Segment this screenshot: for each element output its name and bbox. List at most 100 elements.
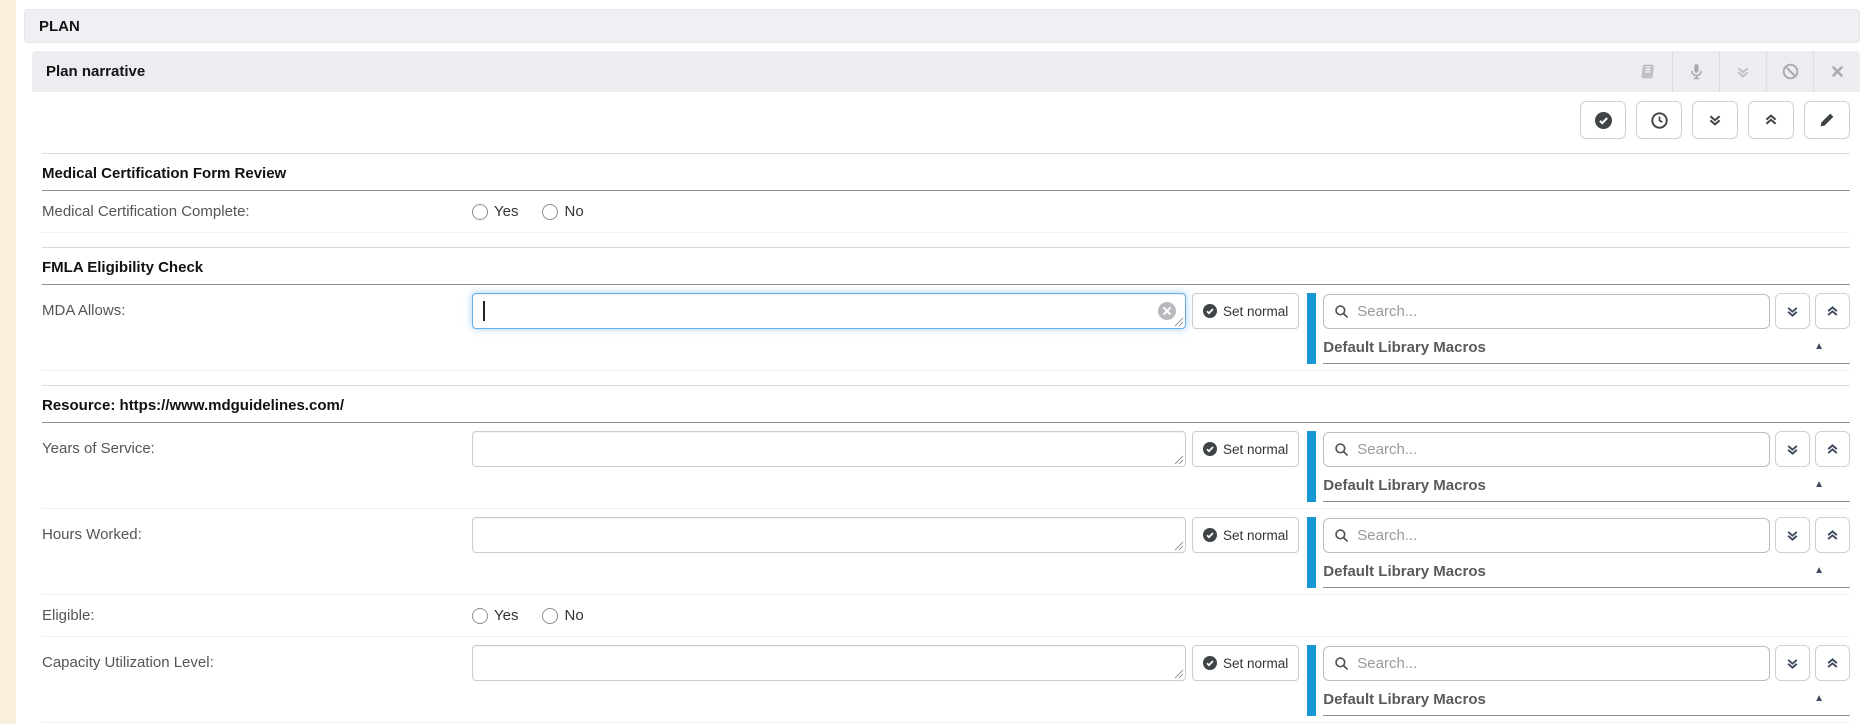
macro-search-box[interactable]	[1323, 646, 1770, 681]
ban-icon[interactable]	[1766, 51, 1813, 92]
set-normal-label: Set normal	[1223, 304, 1288, 319]
plan-narrative-header[interactable]: Plan narrative	[32, 51, 1860, 92]
section-title: Resource: https://www.mdguidelines.com/	[42, 397, 344, 414]
macro-panel: Default Library Macros	[1307, 431, 1850, 502]
field-label: Years of Service:	[42, 431, 472, 457]
radio-no[interactable]: No	[542, 203, 583, 220]
radio-yes[interactable]: Yes	[472, 203, 518, 220]
macro-group-label: Default Library Macros	[1323, 477, 1486, 494]
macro-search-row	[1323, 431, 1850, 467]
capacity-utilization-textarea[interactable]	[472, 645, 1186, 681]
section-header: Resource: https://www.mdguidelines.com/	[42, 385, 1850, 423]
macro-panel: Default Library Macros	[1307, 517, 1850, 588]
radio-circle-icon[interactable]	[542, 608, 558, 624]
form-row-capacity-utilization-level: Capacity Utilization Level: Set normal	[42, 637, 1850, 723]
pencil-button[interactable]	[1804, 101, 1850, 139]
radio-circle-icon[interactable]	[472, 204, 488, 220]
microphone-icon[interactable]	[1672, 51, 1719, 92]
macro-search-row	[1323, 517, 1850, 553]
macro-search-input[interactable]	[1357, 527, 1759, 544]
radio-yes-label: Yes	[494, 203, 518, 220]
field-label: Medical Certification Complete:	[42, 203, 472, 220]
textarea-wrapper	[472, 293, 1186, 329]
set-normal-label: Set normal	[1223, 656, 1288, 671]
set-normal-button[interactable]: Set normal	[1192, 293, 1299, 329]
collapse-macros-button[interactable]	[1815, 431, 1850, 467]
field-label: MDA Allows:	[42, 293, 472, 319]
section-header: Medical Certification Form Review	[42, 153, 1850, 191]
set-normal-button[interactable]: Set normal	[1192, 645, 1299, 681]
field-controls: Set normal Default Library Macr	[472, 645, 1850, 716]
radio-yes-label: Yes	[494, 607, 518, 624]
set-normal-button[interactable]: Set normal	[1192, 517, 1299, 553]
textarea-wrapper	[472, 431, 1186, 467]
radio-circle-icon[interactable]	[472, 608, 488, 624]
macro-group-default-library[interactable]: Default Library Macros	[1323, 469, 1850, 502]
resize-grip-icon[interactable]	[1174, 317, 1184, 327]
check-circle-icon	[1203, 442, 1217, 456]
radio-yes[interactable]: Yes	[472, 607, 518, 624]
macro-search-box[interactable]	[1323, 432, 1770, 467]
close-icon[interactable]	[1813, 51, 1860, 92]
form-row-years-of-service: Years of Service: Set normal	[42, 423, 1850, 509]
caret-up-icon	[1814, 566, 1824, 576]
search-icon	[1334, 442, 1349, 457]
macro-group-default-library[interactable]: Default Library Macros	[1323, 555, 1850, 588]
collapse-macros-button[interactable]	[1815, 645, 1850, 681]
macro-search-box[interactable]	[1323, 294, 1770, 329]
field-controls: Set normal Default Library Macr	[472, 517, 1850, 588]
macro-group-default-library[interactable]: Default Library Macros	[1323, 683, 1850, 716]
resize-grip-icon[interactable]	[1174, 669, 1184, 679]
check-circle-button[interactable]	[1580, 101, 1626, 139]
expand-all-button[interactable]	[1692, 101, 1738, 139]
caret-up-icon	[1814, 480, 1824, 490]
field-controls: Set normal Default Library Macr	[472, 431, 1850, 502]
form-row-eligible: Eligible: Yes No	[42, 595, 1850, 637]
field-label: Capacity Utilization Level:	[42, 645, 472, 671]
set-normal-button[interactable]: Set normal	[1192, 431, 1299, 467]
plan-narrative-body: Medical Certification Form Review Medica…	[32, 101, 1860, 724]
book-icon[interactable]	[1625, 51, 1672, 92]
macro-search-row	[1323, 645, 1850, 681]
field-label: Eligible:	[42, 607, 472, 624]
mda-allows-textarea[interactable]	[472, 293, 1186, 329]
resize-grip-icon[interactable]	[1174, 541, 1184, 551]
radio-circle-icon[interactable]	[542, 204, 558, 220]
macro-search-input[interactable]	[1357, 655, 1759, 672]
form-row-mda-allows: MDA Allows: Set normal	[42, 285, 1850, 371]
section-title: FMLA Eligibility Check	[42, 259, 203, 276]
expand-macros-button[interactable]	[1775, 293, 1810, 329]
expand-macros-button[interactable]	[1775, 645, 1810, 681]
text-cursor	[483, 301, 485, 321]
form-row-hours-worked: Hours Worked: Set normal	[42, 509, 1850, 595]
macro-search-box[interactable]	[1323, 518, 1770, 553]
macro-group-label: Default Library Macros	[1323, 691, 1486, 708]
expand-macros-button[interactable]	[1775, 431, 1810, 467]
set-normal-label: Set normal	[1223, 442, 1288, 457]
collapse-macros-button[interactable]	[1815, 517, 1850, 553]
section-header: FMLA Eligibility Check	[42, 247, 1850, 285]
expand-macros-button[interactable]	[1775, 517, 1810, 553]
radio-no[interactable]: No	[542, 607, 583, 624]
chevrons-down-icon[interactable]	[1719, 51, 1766, 92]
radio-group: Yes No	[472, 607, 1850, 624]
clock-button[interactable]	[1636, 101, 1682, 139]
years-of-service-textarea[interactable]	[472, 431, 1186, 467]
form-row-medical-certification-complete: Medical Certification Complete: Yes No	[42, 191, 1850, 233]
collapse-macros-button[interactable]	[1815, 293, 1850, 329]
field-label: Hours Worked:	[42, 517, 472, 543]
page: PLAN Plan narrative Medical C	[16, 0, 1868, 724]
macro-search-input[interactable]	[1357, 441, 1759, 458]
resize-grip-icon[interactable]	[1174, 455, 1184, 465]
macro-search-input[interactable]	[1357, 303, 1759, 320]
collapse-all-button[interactable]	[1748, 101, 1794, 139]
caret-up-icon	[1814, 342, 1824, 352]
check-circle-icon	[1203, 304, 1217, 318]
panel-title: Plan narrative	[46, 63, 145, 80]
plan-section-header[interactable]: PLAN	[24, 9, 1860, 43]
macro-group-default-library[interactable]: Default Library Macros	[1323, 331, 1850, 364]
textarea-wrapper	[472, 645, 1186, 681]
search-icon	[1334, 656, 1349, 671]
hours-worked-textarea[interactable]	[472, 517, 1186, 553]
plan-narrative-panel: Plan narrative Medical Certification For…	[32, 51, 1860, 724]
